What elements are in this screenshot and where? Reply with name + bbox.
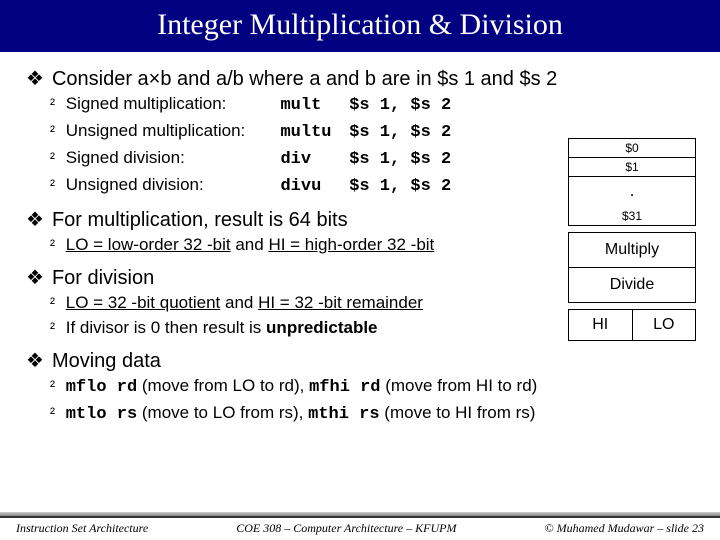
hi-def: HI = high-order 32 -bit — [268, 235, 434, 254]
lo-quot: LO = 32 -bit quotient — [66, 293, 221, 312]
slide-body: Consider a×b and a/b where a and b are i… — [0, 52, 720, 426]
op-signed-mult: Signed multiplication: mult $s 1, $s 2 — [50, 93, 451, 118]
mthi-code: mthi rs — [308, 405, 379, 424]
op-arg: $s 1, $s 2 — [349, 177, 451, 196]
lo-def: LO = low-order 32 -bit — [66, 235, 231, 254]
sub-mtlo-mthi: mtlo rs (move to LO from rs), mthi rs (m… — [50, 402, 694, 427]
reg-dots: . — [568, 177, 696, 207]
and-text: and — [231, 235, 269, 254]
divide-box: Divide — [568, 268, 696, 303]
op-arg: $s 1, $s 2 — [349, 96, 451, 115]
mflo-desc: (move from LO to rd), — [137, 376, 309, 395]
op-mne: mult — [280, 95, 344, 118]
footer-right: © Muhamed Mudawar – slide 23 — [545, 521, 704, 536]
op-label: Signed division: — [66, 147, 276, 170]
and-text: and — [220, 293, 258, 312]
multiply-box: Multiply — [568, 232, 696, 268]
dots-text: . — [630, 185, 633, 199]
lo-box: LO — [633, 309, 697, 341]
reg-1: $1 — [568, 158, 696, 177]
footer-left: Instruction Set Architecture — [16, 521, 148, 536]
op-mne: multu — [280, 122, 344, 145]
slide-title: Integer Multiplication & Division — [0, 0, 720, 52]
hi-lo-boxes: HI LO — [568, 309, 696, 341]
slide-footer: Instruction Set Architecture COE 308 – C… — [0, 516, 720, 540]
mfhi-desc: (move from HI to rd) — [381, 376, 538, 395]
op-arg: $s 1, $s 2 — [349, 150, 451, 169]
bullet-consider: Consider a×b and a/b where a and b are i… — [26, 66, 694, 91]
reg-31: $31 — [568, 207, 696, 226]
op-arg: $s 1, $s 2 — [349, 123, 451, 142]
op-unsigned-div: Unsigned division: divu $s 1, $s 2 — [50, 174, 451, 199]
mfhi-code: mfhi rd — [309, 378, 380, 397]
op-label: Unsigned division: — [66, 174, 276, 197]
hi-box: HI — [568, 309, 633, 341]
mtlo-code: mtlo rs — [66, 405, 137, 424]
op-label: Unsigned multiplication: — [66, 120, 276, 143]
reg-0: $0 — [568, 138, 696, 158]
op-signed-div: Signed division: div $s 1, $s 2 — [50, 147, 451, 172]
unpredictable: unpredictable — [266, 318, 377, 337]
register-diagram: $0 $1 . $31 Multiply Divide HI LO — [568, 138, 696, 341]
hi-rem: HI = 32 -bit remainder — [258, 293, 423, 312]
op-mne: divu — [280, 176, 344, 199]
footer-mid: COE 308 – Computer Architecture – KFUPM — [236, 521, 456, 536]
sub-mflo-mfhi: mflo rd (move from LO to rd), mfhi rd (m… — [50, 375, 694, 400]
mthi-desc: (move to HI from rs) — [380, 403, 536, 422]
op-label: Signed multiplication: — [66, 93, 276, 116]
bullet-moving: Moving data — [26, 348, 694, 373]
op-mne: div — [280, 149, 344, 172]
mtlo-desc: (move to LO from rs), — [137, 403, 308, 422]
mflo-code: mflo rd — [66, 378, 137, 397]
zero-text: If divisor is 0 then result is — [66, 318, 266, 337]
op-unsigned-mult: Unsigned multiplication: multu $s 1, $s … — [50, 120, 451, 145]
